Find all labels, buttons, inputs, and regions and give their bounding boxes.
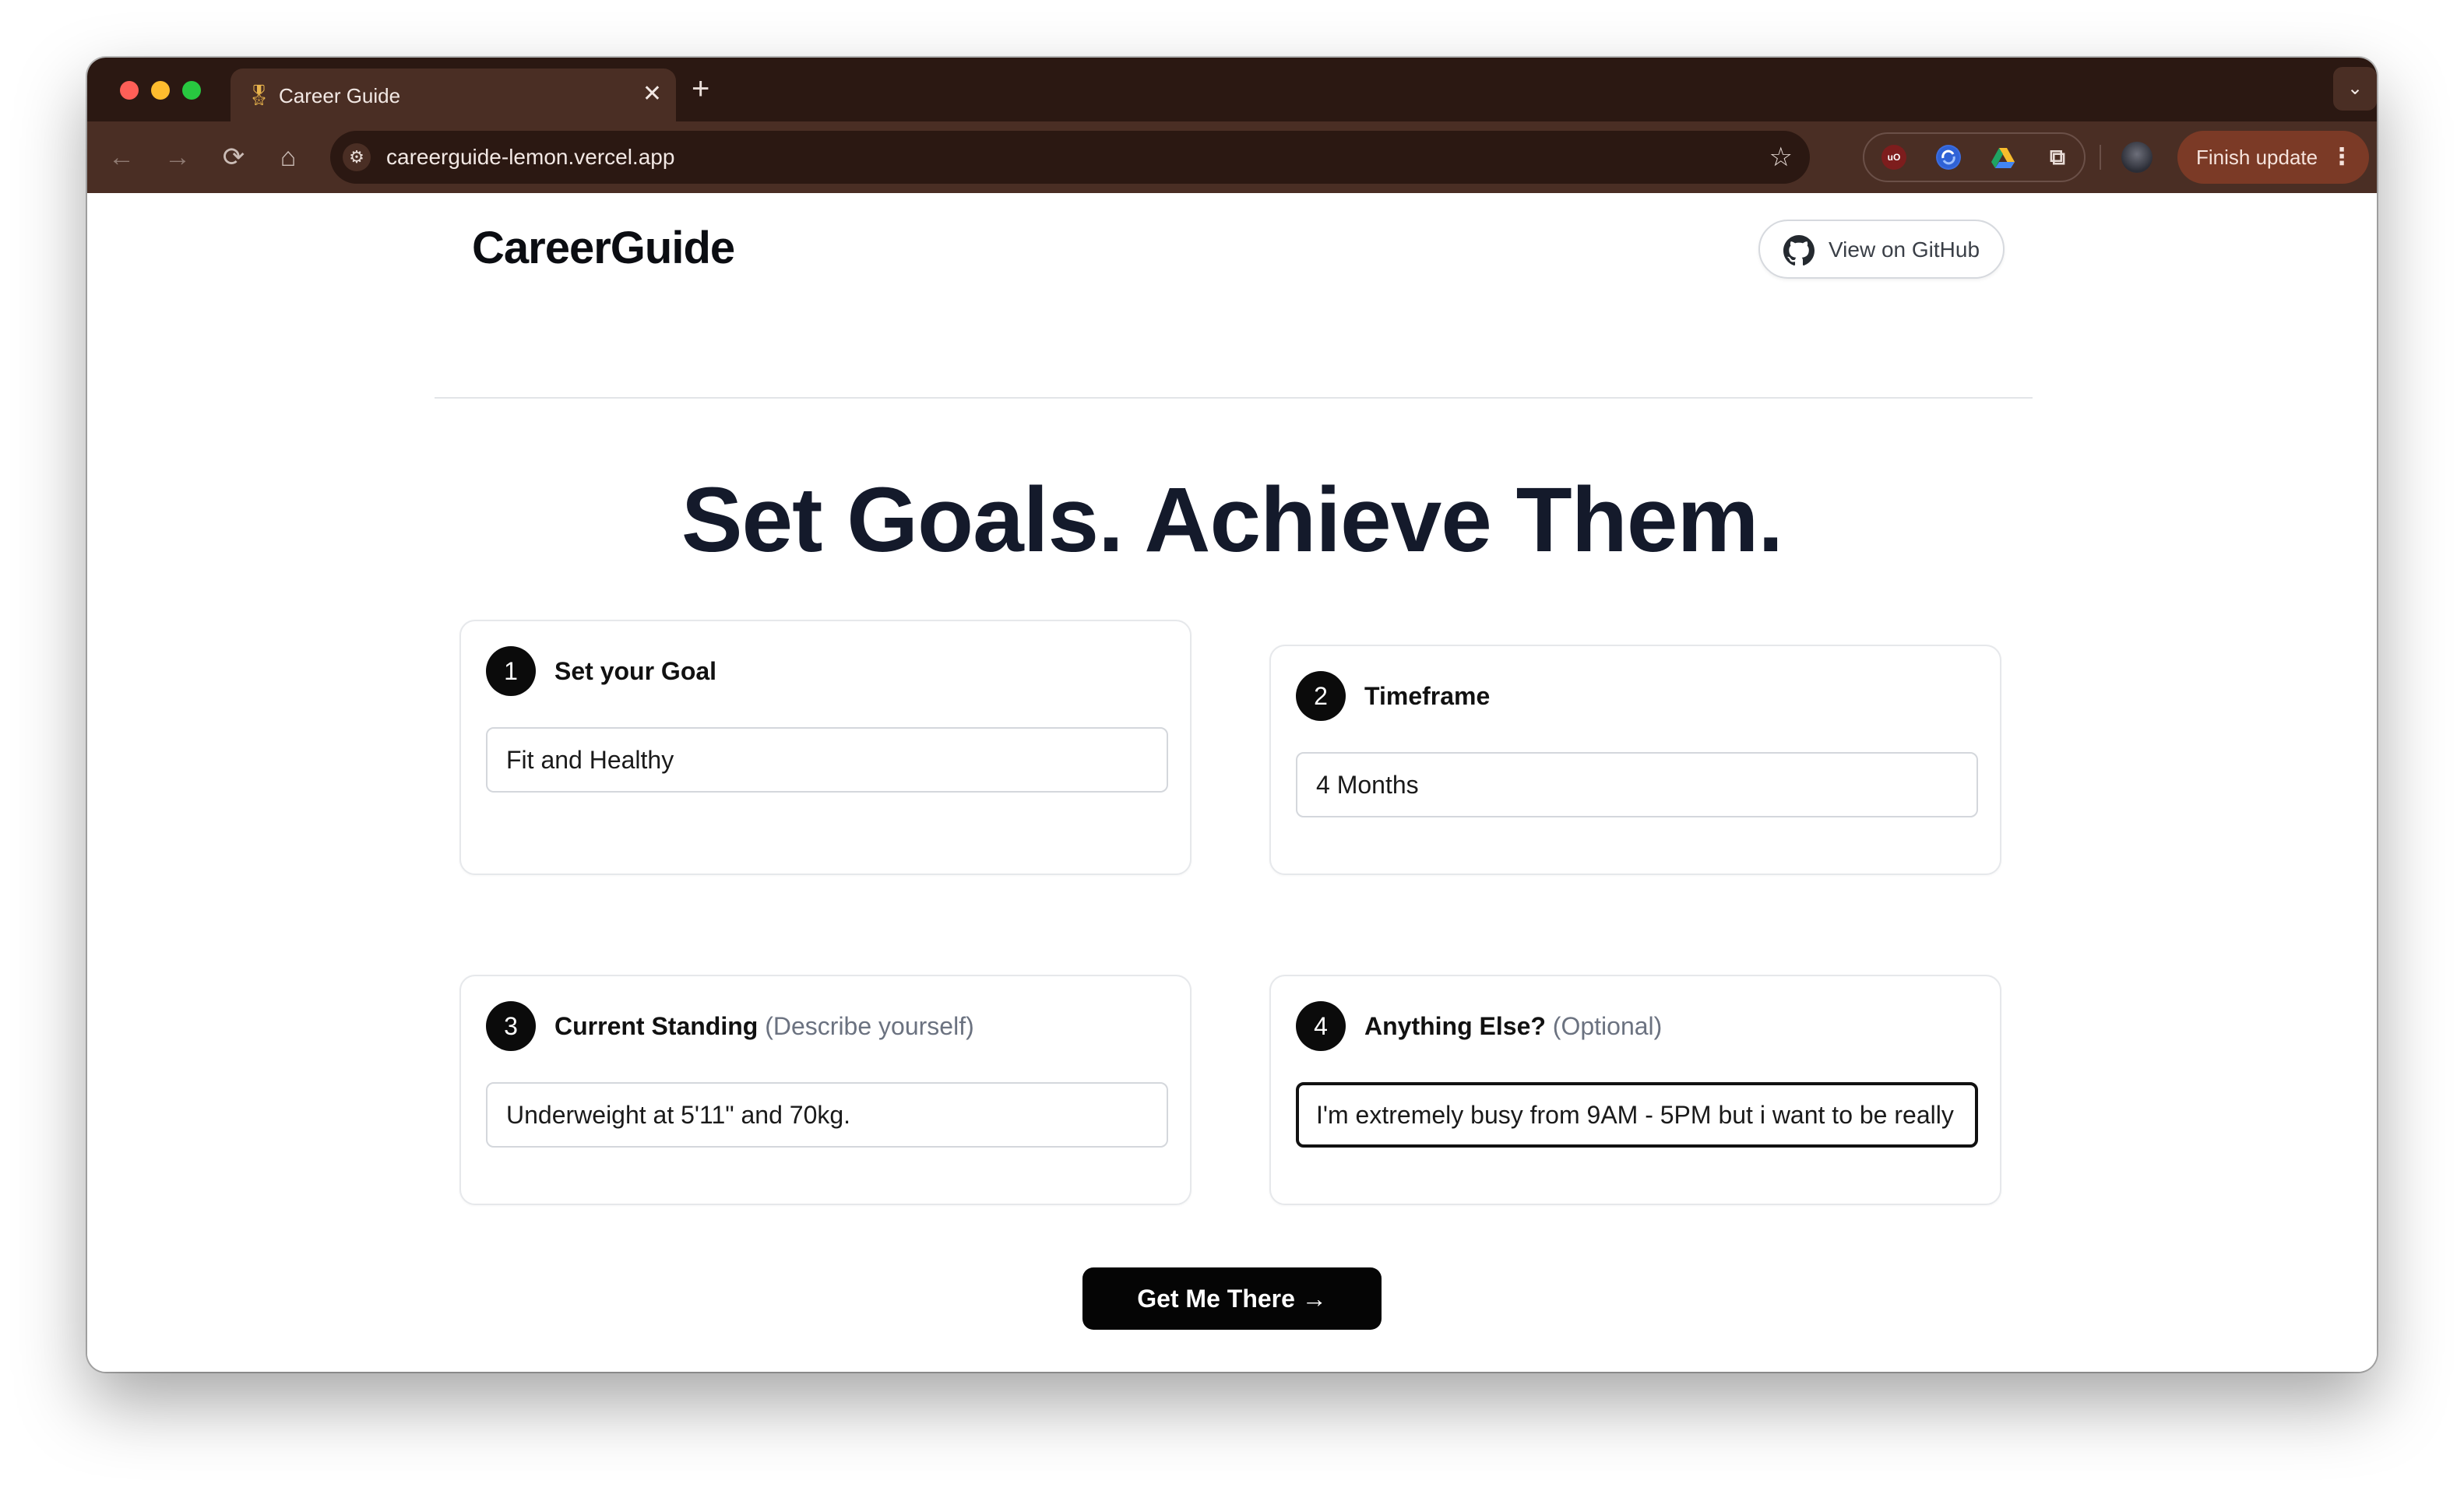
window-minimize-button[interactable]	[151, 81, 170, 100]
step-card-current-standing: 3 Current Standing (Describe yourself) U…	[459, 975, 1192, 1205]
view-on-github-button[interactable]: View on GitHub	[1758, 220, 2005, 279]
home-icon[interactable]: ⌂	[269, 139, 307, 176]
step-card-anything-else: 4 Anything Else? (Optional) I'm extremel…	[1269, 975, 2001, 1205]
step-number-badge: 2	[1296, 671, 1346, 721]
step-label-text: Current Standing	[554, 1012, 759, 1040]
address-bar[interactable]: ⚙ careerguide-lemon.vercel.app ☆	[330, 131, 1810, 184]
tab-strip: 🎖 Career Guide ✕ + ⌄	[87, 58, 2377, 121]
header-divider	[435, 397, 2033, 399]
goal-input[interactable]: Fit and Healthy	[486, 727, 1168, 793]
close-icon[interactable]: ✕	[642, 81, 662, 107]
window-close-button[interactable]	[120, 81, 139, 100]
step-number-badge: 1	[486, 646, 536, 696]
ublock-extension-icon[interactable]: uO	[1881, 145, 1906, 170]
page-content: CareerGuide View on GitHub Set Goals. Ac…	[87, 193, 2377, 1372]
finish-update-label: Finish update	[2196, 146, 2318, 169]
step-card-timeframe: 2 Timeframe 4 Months	[1269, 645, 2001, 875]
step-number-badge: 3	[486, 1001, 536, 1051]
step-label: Set your Goal	[554, 656, 716, 687]
kebab-menu-icon[interactable]: ⋮	[2330, 131, 2353, 184]
github-button-label: View on GitHub	[1829, 237, 1980, 262]
finish-update-button[interactable]: Finish update ⋮	[2177, 131, 2369, 184]
browser-toolbar: ← → ⟳ ⌂ ⚙ careerguide-lemon.vercel.app ☆…	[87, 121, 2377, 193]
back-icon[interactable]: ←	[103, 139, 140, 176]
google-drive-icon[interactable]	[1991, 145, 2015, 170]
extensions-group: uO ⧉	[1863, 132, 2086, 182]
step-label-text: Set your Goal	[554, 657, 717, 685]
tab-career-guide[interactable]: 🎖 Career Guide ✕	[231, 69, 676, 121]
step-label-text: Anything Else?	[1364, 1012, 1546, 1040]
hero-title: Set Goals. Achieve Them.	[681, 469, 1783, 571]
toolbar-divider	[2100, 145, 2101, 170]
step-label: Anything Else? (Optional)	[1364, 1011, 1662, 1042]
get-me-there-button[interactable]: Get Me There →	[1082, 1267, 1382, 1330]
timeframe-input[interactable]: 4 Months	[1296, 752, 1978, 817]
browser-window: 🎖 Career Guide ✕ + ⌄ ← → ⟳ ⌂ ⚙ careergui…	[87, 58, 2377, 1372]
step-label: Current Standing (Describe yourself)	[554, 1011, 974, 1042]
sync-extension-glyph	[1938, 146, 1959, 168]
tab-title: Career Guide	[279, 84, 401, 107]
window-maximize-button[interactable]	[182, 81, 201, 100]
anything-else-input[interactable]: I'm extremely busy from 9AM - 5PM but i …	[1296, 1082, 1978, 1148]
step-label-text: Timeframe	[1364, 682, 1491, 710]
step-label: Timeframe	[1364, 680, 1490, 712]
google-drive-glyph	[1991, 148, 2015, 168]
chevron-down-icon[interactable]: ⌄	[2333, 67, 2377, 111]
forward-icon[interactable]: →	[159, 139, 196, 176]
github-icon	[1783, 235, 1815, 266]
site-info-icon[interactable]: ⚙	[343, 143, 371, 171]
brand-logo[interactable]: CareerGuide	[472, 221, 735, 276]
medal-icon: 🎖	[246, 83, 273, 107]
step-card-goal: 1 Set your Goal Fit and Healthy	[459, 620, 1192, 875]
new-tab-icon[interactable]: +	[692, 72, 709, 106]
step-hint: (Optional)	[1545, 1012, 1663, 1040]
url-text[interactable]: careerguide-lemon.vercel.app	[386, 145, 674, 170]
extensions-puzzle-icon[interactable]: ⧉	[2045, 145, 2070, 170]
current-standing-input[interactable]: Underweight at 5'11" and 70kg.	[486, 1082, 1168, 1148]
profile-avatar[interactable]	[2121, 142, 2152, 173]
step-hint: (Describe yourself)	[758, 1012, 974, 1040]
sync-extension-icon[interactable]	[1936, 145, 1961, 170]
reload-icon[interactable]: ⟳	[215, 139, 252, 176]
step-number-badge: 4	[1296, 1001, 1346, 1051]
bookmark-star-icon[interactable]: ☆	[1769, 142, 1793, 173]
